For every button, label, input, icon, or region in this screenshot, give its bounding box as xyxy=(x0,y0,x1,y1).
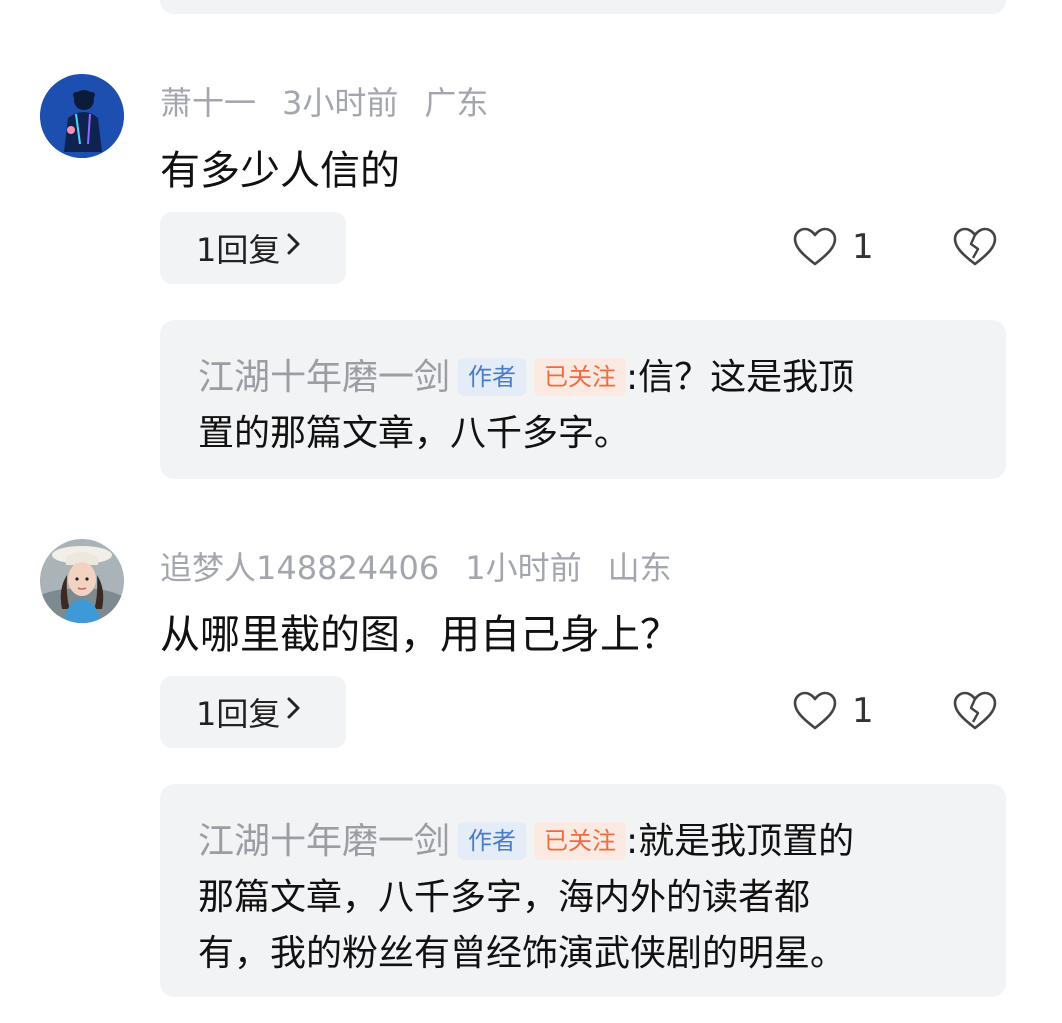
comment-meta: 追梦人148824406 1小时前 山东 xyxy=(160,543,698,589)
previous-reply-card xyxy=(160,0,1006,14)
timestamp: 3小时前 xyxy=(282,84,399,122)
followed-badge: 已关注 xyxy=(534,358,627,396)
author-badge: 作者 xyxy=(458,822,527,860)
timestamp: 1小时前 xyxy=(465,549,582,587)
like-button[interactable]: 1 xyxy=(792,226,874,268)
chevron-right-icon xyxy=(286,694,302,730)
reply-author[interactable]: 江湖十年磨一剑 xyxy=(198,821,450,862)
username[interactable]: 追梦人148824406 xyxy=(160,549,439,587)
dislike-button[interactable] xyxy=(952,690,998,736)
like-count: 1 xyxy=(852,691,874,731)
reply-text-line: 有，我的粉丝有曾经饰演武侠剧的明星。 xyxy=(198,933,847,974)
comment-text[interactable]: 有多少人信的 xyxy=(160,138,400,196)
reply-text-line: 置的那篇文章，八千多字。 xyxy=(198,413,631,454)
like-count: 1 xyxy=(852,227,874,267)
comment-text[interactable]: 从哪里截的图，用自己身上？ xyxy=(160,602,680,660)
reply-count-label: 1回复 xyxy=(196,231,281,269)
reply-text-line: :就是我顶置的 xyxy=(626,821,855,862)
heart-outline-icon xyxy=(793,691,837,730)
reply-line: 江湖十年磨一剑 作者 已关注:就是我顶置的 xyxy=(198,814,968,870)
reply-line: 江湖十年磨一剑 作者 已关注:信？这是我顶 xyxy=(198,350,968,406)
reply-preview-card[interactable]: 江湖十年磨一剑 作者 已关注:就是我顶置的 那篇文章，八千多字，海内外的读者都 有，… xyxy=(160,784,1006,997)
view-replies-button[interactable]: 1回复 xyxy=(160,212,346,284)
reply-author[interactable]: 江湖十年磨一剑 xyxy=(198,357,450,398)
reply-text-line: 那篇文章，八千多字，海内外的读者都 xyxy=(198,877,811,918)
view-replies-button[interactable]: 1回复 xyxy=(160,676,346,748)
chevron-right-icon xyxy=(286,230,302,266)
avatar[interactable] xyxy=(40,74,124,158)
username[interactable]: 萧十一 xyxy=(160,84,256,122)
avatar-image xyxy=(40,74,124,158)
reply-text-line: :信？这是我顶 xyxy=(626,357,855,398)
heart-outline-icon xyxy=(793,227,837,266)
avatar-image xyxy=(40,539,124,623)
broken-heart-icon xyxy=(953,691,997,730)
comment-meta: 萧十一 3小时前 广东 xyxy=(160,78,514,124)
location: 广东 xyxy=(424,84,489,122)
dislike-button[interactable] xyxy=(952,226,998,272)
followed-badge: 已关注 xyxy=(534,822,627,860)
broken-heart-icon xyxy=(953,227,997,266)
like-button[interactable]: 1 xyxy=(792,690,874,732)
reply-preview-card[interactable]: 江湖十年磨一剑 作者 已关注:信？这是我顶 置的那篇文章，八千多字。 xyxy=(160,320,1006,479)
avatar[interactable] xyxy=(40,539,124,623)
reply-count-label: 1回复 xyxy=(196,695,281,733)
author-badge: 作者 xyxy=(458,358,527,396)
location: 山东 xyxy=(607,549,672,587)
